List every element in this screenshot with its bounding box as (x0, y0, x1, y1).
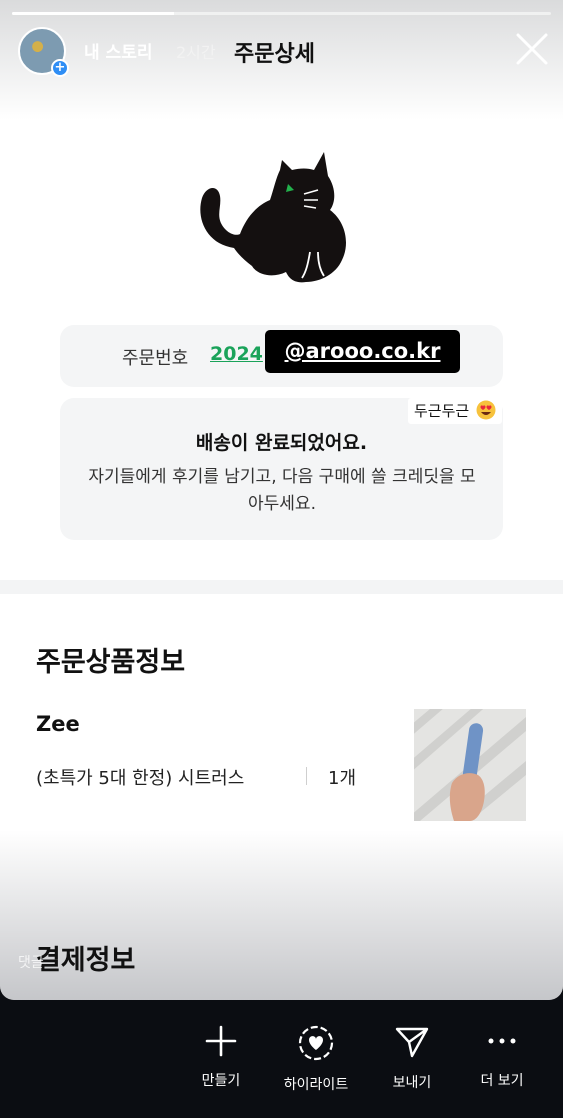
close-icon (516, 33, 548, 65)
more-icon (488, 1038, 516, 1044)
text-sticker[interactable]: 두근두근 (408, 398, 502, 424)
send-label: 보내기 (392, 1075, 432, 1091)
story-progress-fill (12, 12, 174, 15)
story-header: + 내 스토리 2시간 주문상세 (18, 27, 553, 77)
add-story-icon[interactable]: + (51, 59, 69, 77)
sticker-label: 두근두근 (414, 402, 470, 420)
story-card[interactable]: + 내 스토리 2시간 주문상세 주문번호 2024 @arooo.co.kr … (0, 0, 563, 1000)
product-image[interactable] (414, 709, 526, 821)
delivery-title: 배송이 완료되었어요. (195, 432, 368, 454)
page-title: 주문상세 (234, 42, 315, 67)
delivery-body: 자기들에게 후기를 남기고, 다음 구매에 쓸 크레딧을 모아두세요. (88, 467, 476, 514)
story-timestamp: 2시간 (176, 43, 216, 62)
black-cat-illustration (200, 152, 346, 283)
more-button[interactable]: 더 보기 (457, 1024, 547, 1090)
send-button[interactable]: 보내기 (367, 1024, 457, 1092)
story-username[interactable]: 내 스토리 (84, 38, 152, 63)
story-progress-bar (12, 12, 551, 15)
highlight-label: 하이라이트 (283, 1077, 349, 1093)
highlight-heart-icon (298, 1025, 334, 1061)
product-section-title: 주문상품정보 (36, 647, 186, 678)
send-icon (395, 1027, 429, 1058)
section-divider (0, 580, 563, 594)
product-separator (306, 767, 307, 785)
highlight-button[interactable]: 하이라이트 (271, 1024, 361, 1094)
mention-text: @arooo.co.kr (284, 339, 441, 363)
mention-sticker[interactable]: @arooo.co.kr (265, 330, 460, 373)
product-brand: Zee (36, 712, 80, 736)
create-label: 만들기 (201, 1073, 241, 1089)
product-quantity: 1개 (328, 768, 357, 789)
close-button[interactable] (514, 31, 550, 67)
create-button[interactable]: 만들기 (176, 1024, 266, 1090)
comment-hint[interactable]: 댓글 (18, 952, 44, 972)
plus-icon (205, 1025, 237, 1057)
story-action-bar: 만들기 하이라이트 보내기 더 보기 (0, 1000, 563, 1118)
heart-eyes-emoji-icon (476, 400, 496, 420)
product-name: (초특가 5대 한정) 시트러스 (36, 768, 245, 789)
order-number-link[interactable]: 2024 (210, 343, 263, 365)
payment-section-title: 결제정보 (36, 945, 136, 976)
order-number-label: 주문번호 (122, 348, 189, 369)
more-label: 더 보기 (480, 1073, 524, 1089)
